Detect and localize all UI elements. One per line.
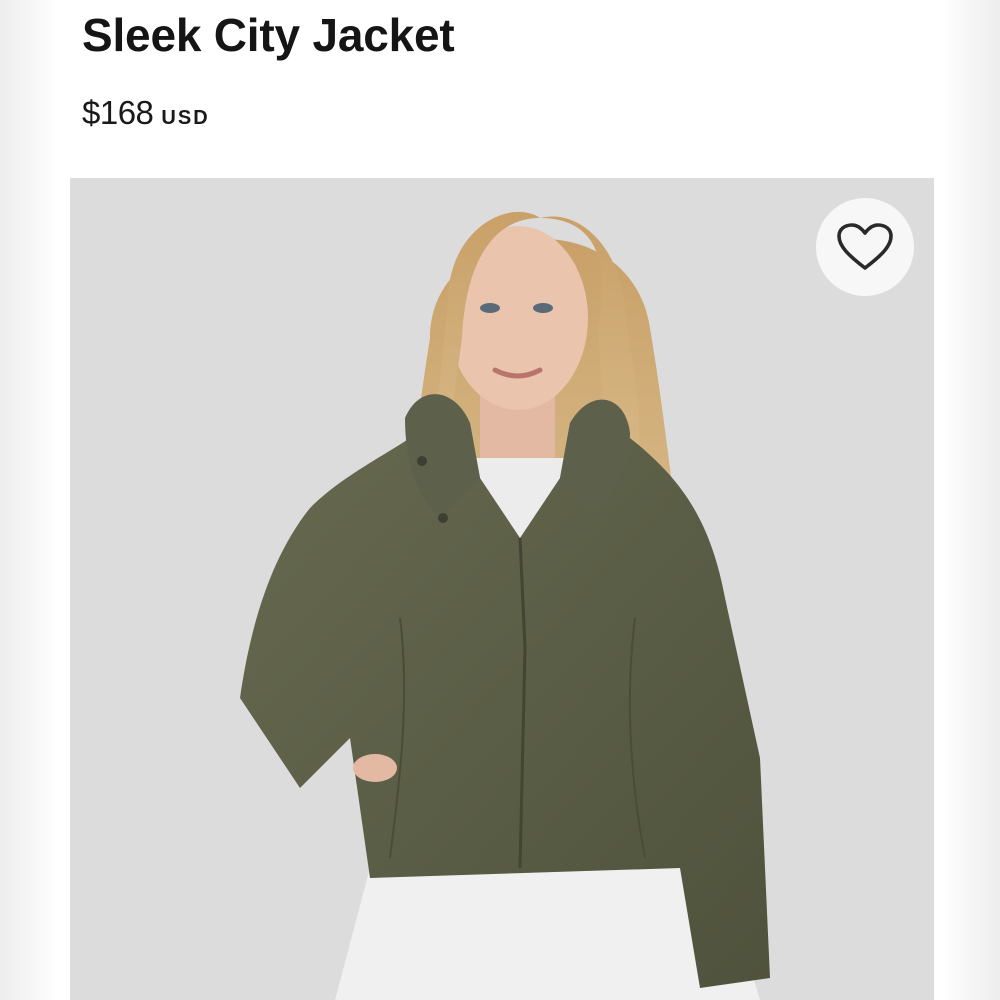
price-amount: $168	[82, 94, 154, 131]
product-title: Sleek City Jacket	[82, 9, 455, 61]
hand	[353, 754, 397, 782]
product-image[interactable]	[70, 178, 934, 1000]
heart-icon	[837, 223, 893, 270]
model-illustration	[240, 211, 770, 1000]
product-page: Sleek City Jacket $168 USD	[0, 0, 1000, 1000]
wishlist-button[interactable]	[816, 198, 914, 296]
price-currency: USD	[161, 107, 210, 129]
price-row: $168 USD	[82, 94, 210, 132]
